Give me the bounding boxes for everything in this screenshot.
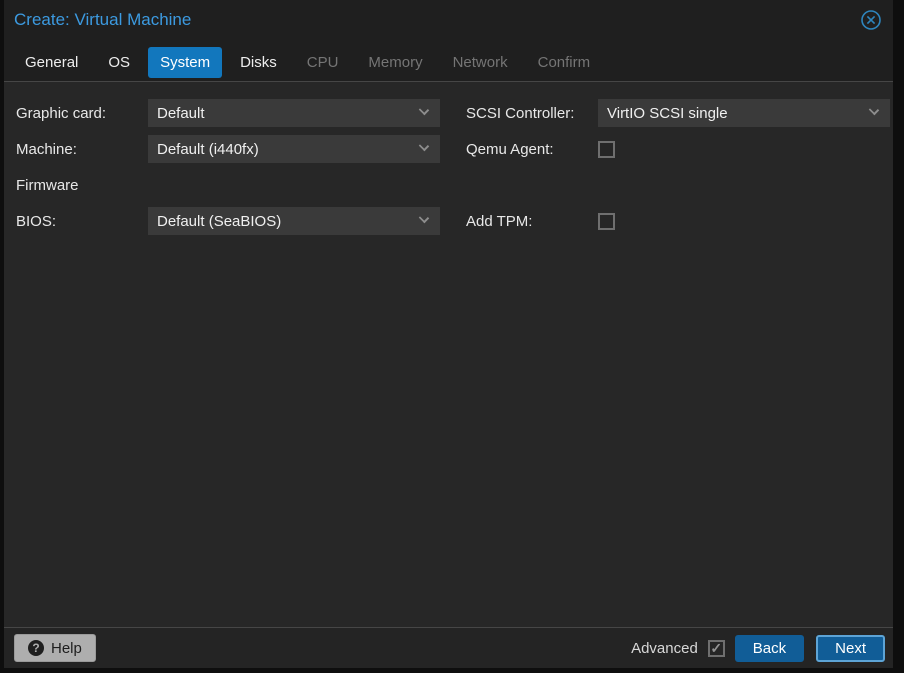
tab-general-label: General — [25, 54, 79, 71]
tab-network-label: Network — [452, 54, 508, 71]
next-button[interactable]: Next — [816, 634, 885, 662]
qemu-agent-label: Qemu Agent: — [466, 140, 554, 158]
advanced-label: Advanced — [631, 639, 698, 657]
firmware-section-label: Firmware — [16, 176, 79, 194]
dialog-header: Create: Virtual Machine — [4, 0, 893, 44]
tab-disks[interactable]: Disks — [228, 47, 289, 78]
graphic-card-row: Graphic card: Default — [16, 99, 440, 127]
spacer-row — [466, 171, 890, 199]
tab-disks-label: Disks — [240, 54, 277, 71]
next-button-label: Next — [835, 639, 866, 657]
back-button-label: Back — [752, 639, 787, 657]
check-icon: ✓ — [710, 640, 723, 656]
bios-row: BIOS: Default (SeaBIOS) — [16, 207, 440, 235]
advanced-checkbox[interactable]: ✓ — [707, 639, 725, 657]
tab-confirm-label: Confirm — [537, 54, 591, 71]
scsi-controller-label: SCSI Controller: — [466, 104, 575, 122]
machine-select[interactable]: Default (i440fx) — [148, 135, 440, 163]
question-circle-icon: ? — [28, 640, 44, 656]
create-vm-dialog: Create: Virtual Machine General OS Syste… — [4, 0, 893, 668]
qemu-agent-checkbox[interactable]: ✓ — [598, 140, 615, 158]
tab-general[interactable]: General — [13, 47, 90, 78]
close-icon[interactable] — [860, 9, 882, 31]
tab-os-label: OS — [108, 54, 131, 71]
firmware-section-row: Firmware — [16, 171, 440, 199]
add-tpm-label: Add TPM: — [466, 212, 533, 230]
add-tpm-checkbox[interactable]: ✓ — [598, 212, 615, 230]
tab-system-label: System — [160, 54, 211, 71]
form-column-right: SCSI Controller: VirtIO SCSI single Qemu… — [466, 99, 890, 243]
footer-actions: Advanced ✓ Back Next — [631, 634, 885, 662]
add-tpm-row: Add TPM: ✓ — [466, 207, 890, 235]
dialog-title: Create: Virtual Machine — [14, 10, 192, 29]
bios-select[interactable]: Default (SeaBIOS) — [148, 207, 440, 235]
system-tab-panel: Graphic card: Default Machine: Default (… — [4, 81, 893, 627]
graphic-card-select[interactable]: Default — [148, 99, 440, 127]
tab-confirm: Confirm — [526, 47, 603, 78]
form-column-left: Graphic card: Default Machine: Default (… — [16, 99, 440, 243]
tab-memory: Memory — [356, 47, 434, 78]
tab-network: Network — [441, 47, 520, 78]
machine-value: Default (i440fx) — [157, 140, 259, 158]
chevron-down-icon — [418, 104, 430, 116]
tab-cpu: CPU — [295, 47, 351, 78]
tab-cpu-label: CPU — [306, 54, 339, 71]
dialog-footer: ? Help Advanced ✓ Back Next — [4, 627, 893, 668]
scsi-controller-select[interactable]: VirtIO SCSI single — [598, 99, 890, 127]
machine-row: Machine: Default (i440fx) — [16, 135, 440, 163]
back-button[interactable]: Back — [734, 634, 805, 662]
tab-os[interactable]: OS — [96, 47, 142, 78]
tab-system[interactable]: System — [148, 47, 223, 78]
chevron-down-icon — [868, 104, 880, 116]
bios-value: Default (SeaBIOS) — [157, 212, 282, 230]
help-button[interactable]: ? Help — [14, 634, 96, 662]
machine-label: Machine: — [16, 140, 77, 158]
chevron-down-icon — [418, 212, 430, 224]
graphic-card-label: Graphic card: — [16, 104, 107, 122]
wizard-tab-bar: General OS System Disks CPU Memory Netwo… — [4, 44, 893, 81]
scsi-controller-value: VirtIO SCSI single — [607, 104, 728, 122]
bios-label: BIOS: — [16, 212, 57, 230]
tab-memory-label: Memory — [368, 54, 423, 71]
qemu-agent-row: Qemu Agent: ✓ — [466, 135, 890, 163]
graphic-card-value: Default — [157, 104, 205, 122]
scsi-controller-row: SCSI Controller: VirtIO SCSI single — [466, 99, 890, 127]
chevron-down-icon — [418, 140, 430, 152]
help-button-label: Help — [51, 639, 82, 657]
